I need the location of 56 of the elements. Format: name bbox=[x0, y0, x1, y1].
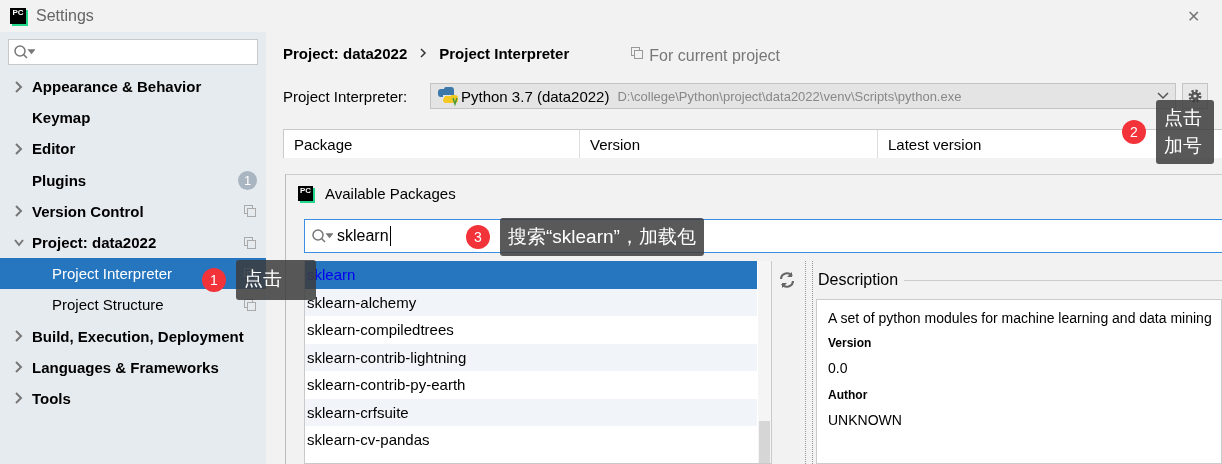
annotation-tooltip: 点击加号 bbox=[1156, 100, 1214, 164]
chevron-icon[interactable] bbox=[14, 80, 24, 93]
sidebar-item[interactable]: Editor bbox=[32, 140, 76, 158]
chevron-icon[interactable] bbox=[14, 205, 24, 218]
chevron-icon[interactable] bbox=[14, 392, 24, 405]
annotation-tooltip: 搜索“sklearn”，加载包 bbox=[500, 218, 704, 256]
package-item[interactable]: sklearn-crfsuite bbox=[305, 398, 757, 426]
search-field[interactable] bbox=[8, 39, 258, 65]
interpreter-name: Python 3.7 (data2022) bbox=[461, 87, 610, 105]
sidebar-item[interactable]: Version Control bbox=[32, 202, 144, 220]
package-item[interactable]: sklearn-contrib-lightning bbox=[305, 343, 757, 371]
refresh-icon[interactable] bbox=[778, 271, 796, 289]
sidebar-item[interactable]: Keymap bbox=[32, 109, 91, 127]
sidebar-item[interactable]: Plugins bbox=[32, 171, 87, 189]
sidebar-item[interactable]: Appearance & Behavior bbox=[32, 78, 202, 96]
sidebar-item[interactable]: Project Interpreter bbox=[52, 265, 173, 283]
scrollbar[interactable] bbox=[758, 261, 771, 463]
sidebar-item[interactable]: Build, Execution, Deployment bbox=[32, 327, 244, 345]
column-header: Version bbox=[580, 130, 878, 158]
chevron-icon[interactable] bbox=[14, 330, 24, 343]
sidebar-item[interactable]: Tools bbox=[32, 389, 71, 407]
sidebar-item[interactable]: Languages & Frameworks bbox=[32, 358, 219, 376]
description-text: A set of python modules for machine learning and data mining bbox=[828, 310, 1213, 326]
interpreter-path: D:\college\Python\project\data2022\venv\Scripts\python.exe bbox=[617, 88, 962, 104]
sidebar-item[interactable]: Project Structure bbox=[52, 296, 164, 314]
splitter-handle[interactable] bbox=[805, 261, 813, 464]
count-badge: 1 bbox=[238, 170, 257, 190]
section-title: Description bbox=[818, 271, 899, 289]
close-button[interactable]: ✕ bbox=[1187, 6, 1200, 26]
app-logo: PC bbox=[298, 185, 313, 201]
chevron-icon[interactable] bbox=[14, 142, 24, 155]
field-label: Project Interpreter: bbox=[283, 87, 409, 105]
sidebar-item[interactable]: Project: data2022 bbox=[32, 234, 157, 252]
dialog-title: Available Packages bbox=[325, 184, 456, 202]
step-number: 2 bbox=[1122, 120, 1146, 144]
python-icon bbox=[437, 86, 459, 106]
chevron-icon bbox=[419, 48, 428, 58]
field-value: UNKNOWN bbox=[828, 412, 903, 428]
chevron-icon[interactable] bbox=[14, 361, 24, 374]
package-item[interactable]: sklearn-alchemy bbox=[305, 288, 757, 316]
copy-icon bbox=[631, 47, 644, 59]
caret-icon bbox=[1157, 92, 1169, 100]
search-icon bbox=[311, 228, 333, 244]
breadcrumb-item: Project: data2022 bbox=[283, 44, 408, 62]
breadcrumb-item: Project Interpreter bbox=[439, 44, 570, 62]
field-label: Author bbox=[828, 388, 869, 402]
field-value: 0.0 bbox=[828, 360, 849, 376]
search-text: sklearn bbox=[337, 227, 389, 245]
field-label: Version bbox=[828, 336, 873, 350]
window-title: Settings bbox=[36, 7, 94, 25]
app-logo: PC bbox=[10, 8, 26, 24]
column-header: Package bbox=[284, 130, 580, 158]
scope-note: For current project bbox=[649, 47, 780, 65]
column-header: Latest version bbox=[887, 134, 982, 155]
interpreter-dropdown[interactable]: Python 3.7 (data2022) D:\college\Python\project\data2022\venv\Scripts\python.exe bbox=[430, 83, 1176, 109]
search-icon bbox=[13, 44, 35, 60]
